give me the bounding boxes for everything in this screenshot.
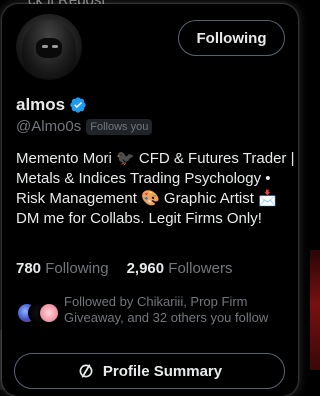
- profile-summary-label: Profile Summary: [102, 362, 223, 380]
- follows-you-badge: Follows you: [86, 118, 153, 135]
- background-image-edge: [310, 250, 320, 370]
- verified-badge-icon: [70, 97, 86, 113]
- avatar[interactable]: [16, 14, 82, 80]
- following-button[interactable]: Following: [178, 20, 285, 56]
- mutual-avatar: [38, 302, 60, 324]
- stats-row: 780 Following 2,960 Followers: [16, 260, 232, 277]
- avatar-eye-right: [52, 45, 58, 48]
- followers-count: 2,960: [126, 260, 165, 277]
- handle-row: @Almo0s Follows you: [16, 118, 153, 135]
- display-name[interactable]: almos: [16, 95, 65, 115]
- following-stat[interactable]: 780 Following: [16, 260, 109, 277]
- followers-stat[interactable]: 2,960 Followers: [127, 260, 233, 277]
- name-row: almos: [16, 95, 87, 115]
- followed-by[interactable]: Followed by Chikariii, Prop Firm Giveawa…: [16, 294, 286, 326]
- profile-hover-card: Following almos @Almo0s Follows you Meme…: [2, 4, 298, 396]
- profile-summary-button[interactable]: Profile Summary: [14, 353, 285, 389]
- mutual-avatars: [16, 302, 60, 326]
- avatar-face: [36, 38, 62, 58]
- followers-label: Followers: [168, 260, 233, 277]
- followed-by-text: Followed by Chikariii, Prop Firm Giveawa…: [64, 294, 269, 325]
- following-count: 780: [16, 260, 42, 277]
- bio: Memento Mori 🐦‍⬛ CFD & Futures Trader | …: [16, 150, 295, 227]
- avatar-eye-left: [42, 45, 48, 48]
- sparkle-loop-icon: [79, 364, 93, 378]
- handle[interactable]: @Almo0s: [16, 118, 81, 135]
- following-label: Following: [45, 260, 109, 277]
